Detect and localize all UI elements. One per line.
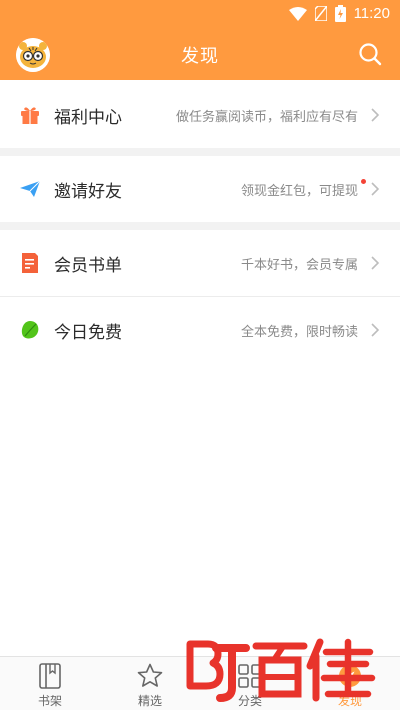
menu-item-desc: 全本免费，限时畅读 bbox=[240, 324, 358, 340]
star-icon bbox=[137, 663, 163, 687]
battery-charging-icon bbox=[334, 5, 346, 22]
tab-label: 书架 bbox=[37, 694, 62, 708]
notification-dot bbox=[361, 179, 366, 184]
menu-item-label: 福利中心 bbox=[54, 107, 122, 128]
tab-bookshelf[interactable]: 书架 bbox=[0, 657, 100, 710]
search-icon[interactable] bbox=[358, 42, 382, 66]
menu-item-desc: 做任务赢阅读币，福利应有尽有 bbox=[175, 109, 358, 125]
page-title: 发现 bbox=[181, 46, 219, 67]
menu-item-label: 邀请好友 bbox=[54, 181, 122, 202]
no-sim-icon bbox=[314, 6, 327, 21]
gift-icon bbox=[21, 107, 39, 124]
section-divider bbox=[0, 222, 400, 230]
chevron-right-icon bbox=[371, 256, 380, 270]
chevron-right-icon bbox=[371, 323, 380, 337]
tab-label: 精选 bbox=[137, 694, 162, 708]
menu-item-desc: 千本好书，会员专属 bbox=[240, 257, 358, 273]
status-time: 11:20 bbox=[353, 5, 390, 22]
leaf-icon bbox=[21, 321, 39, 339]
menu-item-label: 会员书单 bbox=[54, 255, 122, 276]
chevron-right-icon bbox=[371, 182, 380, 196]
bookshelf-icon bbox=[39, 663, 61, 689]
booklist-icon bbox=[22, 253, 38, 273]
menu-item-invite-friends[interactable]: 邀请好友 领现金红包，可提现 bbox=[0, 156, 400, 222]
app-header: 11:20 发现 bbox=[0, 0, 400, 80]
menu-item-member-booklist[interactable]: 会员书单 千本好书，会员专属 bbox=[0, 230, 400, 296]
watermark-logo bbox=[186, 638, 376, 702]
menu-item-free-today[interactable]: 今日免费 全本免费，限时畅读 bbox=[0, 297, 400, 363]
wifi-icon bbox=[288, 6, 307, 21]
menu-item-welfare-center[interactable]: 福利中心 做任务赢阅读币，福利应有尽有 bbox=[0, 82, 400, 148]
menu-item-desc: 领现金红包，可提现 bbox=[240, 183, 358, 199]
paper-plane-icon bbox=[20, 180, 40, 197]
tab-featured[interactable]: 精选 bbox=[100, 657, 200, 710]
menu-item-label: 今日免费 bbox=[54, 322, 122, 343]
chevron-right-icon bbox=[371, 108, 380, 122]
section-divider bbox=[0, 148, 400, 156]
status-bar: 11:20 bbox=[0, 0, 400, 28]
